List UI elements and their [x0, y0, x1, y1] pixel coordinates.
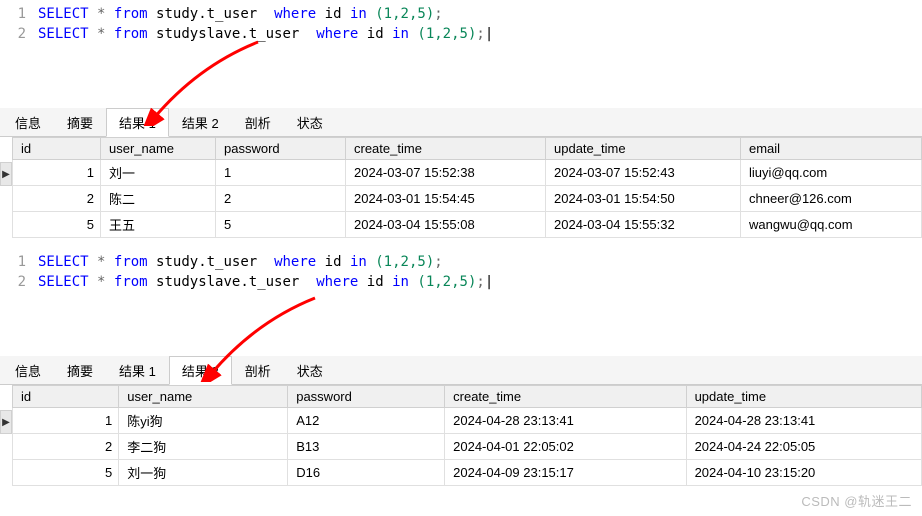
line-number: 2 — [8, 24, 38, 44]
cell-email[interactable]: liuyi@qq.com — [741, 160, 922, 186]
col-id[interactable]: id — [13, 386, 119, 408]
cell-id[interactable]: 2 — [13, 186, 101, 212]
table-row[interactable]: 1刘一12024-03-07 15:52:382024-03-07 15:52:… — [13, 160, 922, 186]
sql-line: SELECT * from studyslave.t_user where id… — [38, 24, 493, 44]
cell-password[interactable]: D16 — [288, 460, 445, 486]
col-update-time[interactable]: update_time — [686, 386, 921, 408]
cell-id[interactable]: 2 — [13, 434, 119, 460]
cell-id[interactable]: 1 — [13, 408, 119, 434]
cell-create_time[interactable]: 2024-04-28 23:13:41 — [445, 408, 686, 434]
tab-summary[interactable]: 摘要 — [54, 356, 106, 385]
sql-line: SELECT * from study.t_user where id in (… — [38, 4, 443, 24]
table-row[interactable]: 2李二狗B132024-04-01 22:05:022024-04-24 22:… — [13, 434, 922, 460]
cell-create_time[interactable]: 2024-04-01 22:05:02 — [445, 434, 686, 460]
watermark-text: CSDN @轨迷王二 — [801, 491, 912, 510]
row-indicator-icon: ▶ — [0, 410, 12, 434]
cell-create_time[interactable]: 2024-03-01 15:54:45 — [346, 186, 546, 212]
line-number: 2 — [8, 272, 38, 292]
tab-info[interactable]: 信息 — [2, 356, 54, 385]
cell-password[interactable]: 1 — [216, 160, 346, 186]
cell-id[interactable]: 5 — [13, 212, 101, 238]
tab-result2[interactable]: 结果 2 — [169, 356, 232, 385]
col-create-time[interactable]: create_time — [445, 386, 686, 408]
row-indicator-icon: ▶ — [0, 162, 12, 186]
cell-password[interactable]: 5 — [216, 212, 346, 238]
cell-email[interactable]: chneer@126.com — [741, 186, 922, 212]
cell-update_time[interactable]: 2024-04-10 23:15:20 — [686, 460, 921, 486]
cell-update_time[interactable]: 2024-03-01 15:54:50 — [546, 186, 741, 212]
sql-line: SELECT * from studyslave.t_user where id… — [38, 272, 493, 292]
tab-result2[interactable]: 结果 2 — [169, 108, 232, 137]
sql-editor-1[interactable]: 1 SELECT * from study.t_user where id in… — [0, 0, 922, 48]
cell-update_time[interactable]: 2024-03-07 15:52:43 — [546, 160, 741, 186]
line-number: 1 — [8, 4, 38, 24]
cell-email[interactable]: wangwu@qq.com — [741, 212, 922, 238]
tab-profile[interactable]: 剖析 — [232, 108, 284, 137]
tab-profile[interactable]: 剖析 — [232, 356, 284, 385]
result-grid-1-wrap: ▶ id user_name password create_time upda… — [0, 137, 922, 238]
cell-id[interactable]: 1 — [13, 160, 101, 186]
tab-result1[interactable]: 结果 1 — [106, 108, 169, 137]
cell-create_time[interactable]: 2024-03-07 15:52:38 — [346, 160, 546, 186]
col-user-name[interactable]: user_name — [119, 386, 288, 408]
cell-user_name[interactable]: 陈二 — [101, 186, 216, 212]
cell-update_time[interactable]: 2024-04-24 22:05:05 — [686, 434, 921, 460]
table-header-row: id user_name password create_time update… — [13, 386, 922, 408]
col-email[interactable]: email — [741, 138, 922, 160]
cell-update_time[interactable]: 2024-03-04 15:55:32 — [546, 212, 741, 238]
sql-line: SELECT * from study.t_user where id in (… — [38, 252, 443, 272]
table-row[interactable]: 2陈二22024-03-01 15:54:452024-03-01 15:54:… — [13, 186, 922, 212]
cell-id[interactable]: 5 — [13, 460, 119, 486]
cell-user_name[interactable]: 陈yi狗 — [119, 408, 288, 434]
col-password[interactable]: password — [288, 386, 445, 408]
cell-user_name[interactable]: 刘一 — [101, 160, 216, 186]
cell-password[interactable]: A12 — [288, 408, 445, 434]
cell-create_time[interactable]: 2024-04-09 23:15:17 — [445, 460, 686, 486]
cell-user_name[interactable]: 李二狗 — [119, 434, 288, 460]
cell-update_time[interactable]: 2024-04-28 23:13:41 — [686, 408, 921, 434]
table-row[interactable]: 5王五52024-03-04 15:55:082024-03-04 15:55:… — [13, 212, 922, 238]
cell-password[interactable]: 2 — [216, 186, 346, 212]
col-user-name[interactable]: user_name — [101, 138, 216, 160]
result-tabs-2: 信息 摘要 结果 1 结果 2 剖析 状态 — [0, 356, 922, 385]
result-tabs-1: 信息 摘要 结果 1 结果 2 剖析 状态 — [0, 108, 922, 137]
result-grid-1[interactable]: id user_name password create_time update… — [12, 137, 922, 238]
cell-user_name[interactable]: 刘一狗 — [119, 460, 288, 486]
table-row[interactable]: 1陈yi狗A122024-04-28 23:13:412024-04-28 23… — [13, 408, 922, 434]
line-number: 1 — [8, 252, 38, 272]
col-id[interactable]: id — [13, 138, 101, 160]
tab-info[interactable]: 信息 — [2, 108, 54, 137]
cell-user_name[interactable]: 王五 — [101, 212, 216, 238]
result-grid-2-wrap: ▶ id user_name password create_time upda… — [0, 385, 922, 486]
tab-status[interactable]: 状态 — [284, 356, 336, 385]
tab-status[interactable]: 状态 — [284, 108, 336, 137]
cell-password[interactable]: B13 — [288, 434, 445, 460]
cell-create_time[interactable]: 2024-03-04 15:55:08 — [346, 212, 546, 238]
tab-summary[interactable]: 摘要 — [54, 108, 106, 137]
sql-editor-2[interactable]: 1 SELECT * from study.t_user where id in… — [0, 248, 922, 296]
result-grid-2[interactable]: id user_name password create_time update… — [12, 385, 922, 486]
col-update-time[interactable]: update_time — [546, 138, 741, 160]
tab-result1[interactable]: 结果 1 — [106, 356, 169, 385]
col-password[interactable]: password — [216, 138, 346, 160]
table-row[interactable]: 5刘一狗D162024-04-09 23:15:172024-04-10 23:… — [13, 460, 922, 486]
col-create-time[interactable]: create_time — [346, 138, 546, 160]
table-header-row: id user_name password create_time update… — [13, 138, 922, 160]
